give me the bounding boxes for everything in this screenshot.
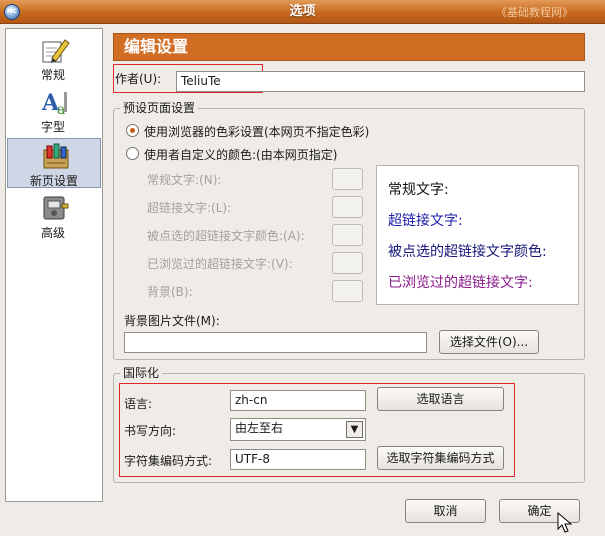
font-letters-icon: A a [41,90,67,116]
page-defaults-title: 预设页面设置 [120,99,199,116]
background-color-button[interactable] [332,280,363,302]
visited-link-color-label: 已浏览过的超链接文字:(V): [147,257,293,271]
sidebar-item-general[interactable]: 常规 [7,33,101,83]
preview-link-text: 超链接文字: [388,213,463,229]
bg-image-label: 背景图片文件(M): [124,314,220,328]
sidebar-item-advanced[interactable]: 高级 [7,191,101,241]
advanced-device-icon [43,196,69,220]
bg-image-input[interactable] [124,332,427,353]
section-header: 编辑设置 [113,33,585,61]
background-color-label: 背景(B): [147,285,193,299]
color-preview-box: 常规文字: 超链接文字: 被点选的超链接文字颜色: 已浏览过的超链接文字: [376,165,579,305]
language-label: 语言: [124,397,153,411]
preview-active-link-text: 被点选的超链接文字颜色: [388,244,547,260]
sidebar-item-label: 常规 [40,68,65,82]
author-input[interactable]: TeliuTe [176,71,585,92]
direction-select[interactable]: 由左至右 ▼ [230,418,366,441]
preview-visited-link-text: 已浏览过的超链接文字: [388,275,533,291]
mouse-cursor-icon [557,512,573,533]
chevron-down-icon[interactable]: ▼ [346,421,363,438]
charset-input[interactable]: UTF-8 [230,449,366,470]
sidebar-item-label: 字型 [40,120,65,134]
pencil-paper-icon [42,39,70,63]
language-input[interactable]: zh-cn [230,390,366,411]
title-bar: MC 选项 《基础教程网》 [0,0,605,24]
sidebar-item-label: 高级 [40,226,65,240]
radio-custom-colors[interactable] [126,147,139,160]
radio-browser-colors[interactable] [126,124,139,137]
link-color-button[interactable] [332,196,363,218]
direction-label: 书写方向: [124,424,177,438]
radio-browser-colors-label[interactable]: 使用浏览器的色彩设置(本网页不指定色彩) [144,123,369,140]
cancel-button[interactable]: 取消 [405,499,486,523]
choose-charset-button[interactable]: 选取字符集编码方式 [377,446,504,470]
radio-custom-colors-label[interactable]: 使用者自定义的颜色:(由本网页指定) [144,146,337,163]
charset-label: 字符集编码方式: [124,454,213,468]
page-settings-icon [43,143,69,169]
choose-file-button[interactable]: 选择文件(O)... [439,330,539,354]
choose-language-button[interactable]: 选取语言 [377,387,504,411]
watermark: 《基础教程网》 [496,6,573,19]
sidebar-item-font[interactable]: A a 字型 [7,85,101,135]
direction-select-value: 由左至右 [235,421,284,435]
link-color-label: 超链接文字:(L): [147,201,232,215]
visited-link-color-button[interactable] [332,252,363,274]
normal-text-color-button[interactable] [332,168,363,190]
active-link-color-button[interactable] [332,224,363,246]
sidebar-item-page-settings[interactable]: 新页设置 [7,138,101,188]
sidebar-item-label: 新页设置 [29,174,78,188]
active-link-color-label: 被点选的超链接文字颜色:(A): [147,229,305,243]
sidebar: 常规 A a 字型 新页设置 高级 [5,28,103,502]
author-label: 作者(U): [115,72,162,86]
preview-normal-text: 常规文字: [388,182,449,198]
normal-text-color-label: 常规文字:(N): [147,173,222,187]
i18n-title: 国际化 [120,364,163,381]
